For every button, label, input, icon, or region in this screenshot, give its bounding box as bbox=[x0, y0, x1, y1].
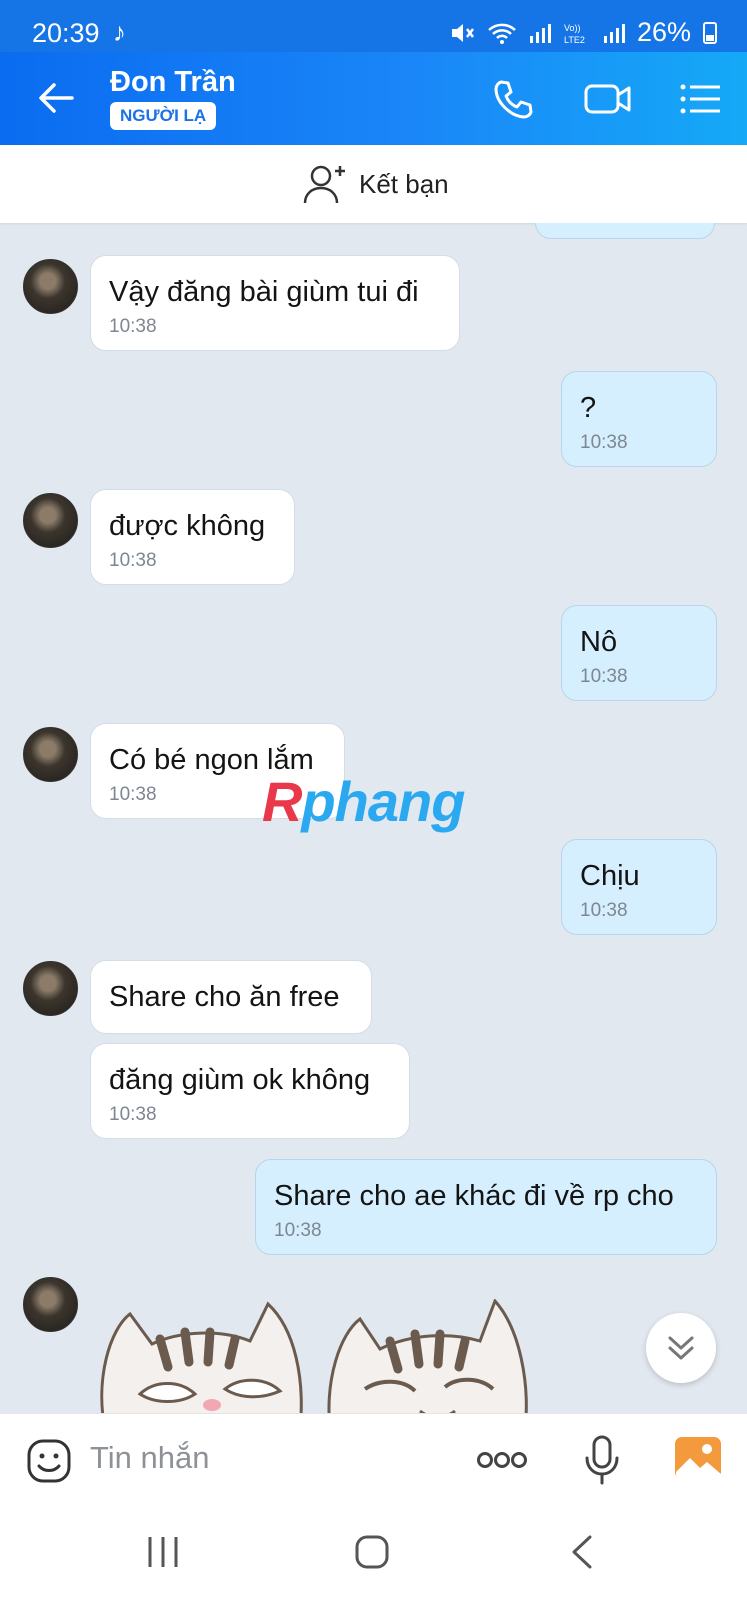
message-list[interactable]: 10:37 Vậy đăng bài giùm tui đi 10:38 ? 1… bbox=[0, 223, 747, 1413]
message-bubble-received[interactable]: được không 10:38 bbox=[90, 489, 295, 585]
cat-sticker-image[interactable] bbox=[90, 1299, 540, 1413]
avatar[interactable] bbox=[23, 259, 78, 314]
message-text: được không bbox=[109, 510, 266, 542]
message-bubble-received[interactable]: Vậy đăng bài giùm tui đi 10:38 bbox=[90, 255, 460, 351]
status-icons: Vo)) LTE2 26% bbox=[449, 17, 717, 48]
status-time: 20:39 bbox=[32, 18, 100, 48]
stranger-badge: NGƯỜI LẠ bbox=[110, 102, 217, 130]
add-friend-label: Kết bạn bbox=[359, 168, 449, 199]
message-input[interactable]: Tin nhắn bbox=[90, 1440, 210, 1476]
signal2-icon bbox=[603, 23, 625, 43]
more-options-icon[interactable] bbox=[476, 1450, 528, 1470]
add-friend-bar[interactable]: Kết bạn bbox=[0, 145, 747, 223]
avatar[interactable] bbox=[23, 961, 78, 1016]
message-text: ? bbox=[580, 392, 597, 424]
message-time: 10:38 bbox=[274, 1220, 322, 1241]
svg-text:LTE2: LTE2 bbox=[564, 35, 585, 45]
message-text: Nô bbox=[580, 626, 618, 658]
message-time: 10:38 bbox=[580, 432, 628, 453]
message-bubble-sent[interactable]: Chịu 10:38 bbox=[561, 839, 717, 935]
contact-name[interactable]: Đon Trần bbox=[110, 66, 236, 99]
double-chevron-down-icon bbox=[668, 1336, 694, 1360]
message-time: 10:38 bbox=[580, 900, 628, 921]
battery-icon bbox=[703, 21, 717, 44]
top-bar: 20:39 ♪ Vo)) LTE2 26% Đon Trần NGƯỜI LẠ bbox=[0, 0, 747, 145]
zalo-chat-screen: 20:39 ♪ Vo)) LTE2 26% Đon Trần NGƯỜI LẠ bbox=[0, 0, 747, 1600]
message-time: 10:38 bbox=[109, 1104, 157, 1125]
avatar[interactable] bbox=[23, 727, 78, 782]
tiktok-notification-icon: ♪ bbox=[113, 17, 126, 47]
message-bubble-sent[interactable]: ? 10:38 bbox=[561, 371, 717, 467]
message-time: 10:38 bbox=[109, 550, 157, 571]
message-bubble-received[interactable]: Share cho ăn free bbox=[90, 960, 372, 1034]
add-friend-button[interactable]: Kết bạn bbox=[303, 163, 449, 205]
avatar[interactable] bbox=[23, 1277, 78, 1332]
recent-apps-icon[interactable] bbox=[147, 1535, 179, 1569]
options-list-icon[interactable] bbox=[678, 76, 722, 122]
message-text: đăng giùm ok không bbox=[109, 1064, 371, 1096]
volte-icon: Vo)) LTE2 bbox=[564, 23, 585, 45]
emoji-sticker-icon[interactable] bbox=[26, 1438, 72, 1484]
partial-time: 10:37 bbox=[558, 223, 606, 228]
message-time: 10:38 bbox=[580, 666, 628, 687]
message-bubble-received[interactable]: đăng giùm ok không 10:38 bbox=[90, 1043, 410, 1139]
scroll-to-bottom-button[interactable] bbox=[646, 1313, 716, 1383]
system-navigation-bar bbox=[0, 1505, 747, 1600]
message-text: Share cho ae khác đi về rp cho bbox=[274, 1180, 674, 1212]
chat-header: Đon Trần NGƯỜI LẠ bbox=[0, 52, 747, 145]
message-bubble-sent[interactable]: Share cho ae khác đi về rp cho 10:38 bbox=[255, 1159, 717, 1255]
message-time: 10:38 bbox=[109, 316, 157, 337]
rphang-watermark: Rphang bbox=[262, 770, 465, 833]
signal-icon bbox=[529, 23, 551, 43]
partial-message-bubble: 10:37 bbox=[535, 223, 715, 239]
message-bubble-sent[interactable]: Nô 10:38 bbox=[561, 605, 717, 701]
message-text: Vậy đăng bài giùm tui đi bbox=[109, 276, 419, 308]
wifi-icon bbox=[488, 23, 516, 44]
image-gallery-icon[interactable] bbox=[674, 1436, 722, 1480]
svg-text:Vo)): Vo)) bbox=[564, 23, 581, 33]
battery-percent: 26% bbox=[636, 17, 691, 47]
message-text: Chịu bbox=[580, 860, 640, 892]
back-arrow-icon[interactable] bbox=[36, 78, 76, 118]
add-friend-icon bbox=[303, 165, 345, 204]
avatar[interactable] bbox=[23, 493, 78, 548]
status-bar: 20:39 ♪ Vo)) LTE2 26% bbox=[0, 0, 747, 52]
microphone-icon[interactable] bbox=[583, 1434, 621, 1486]
video-call-icon[interactable] bbox=[583, 76, 633, 122]
phone-call-icon[interactable] bbox=[490, 76, 536, 122]
back-nav-icon[interactable] bbox=[570, 1535, 594, 1569]
mute-icon bbox=[451, 23, 474, 42]
home-icon[interactable] bbox=[355, 1535, 389, 1569]
message-text: Share cho ăn free bbox=[109, 981, 340, 1013]
message-composer: Tin nhắn bbox=[0, 1413, 747, 1505]
